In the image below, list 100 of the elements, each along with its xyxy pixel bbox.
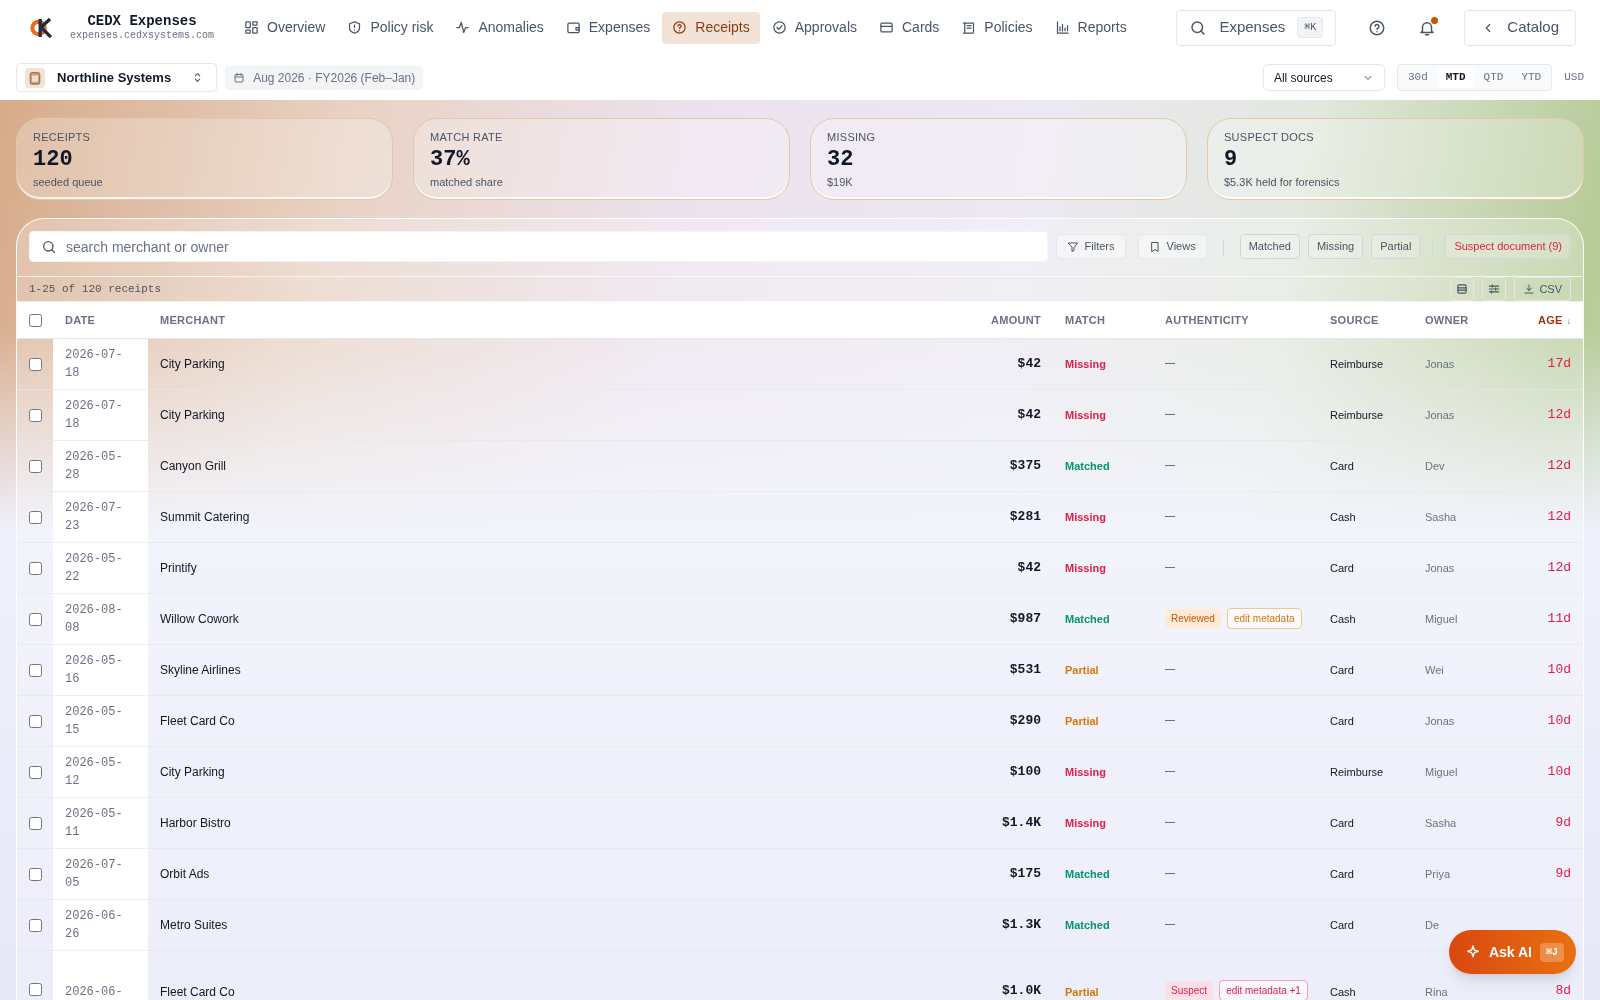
filter-chip[interactable]: Matched [1239, 234, 1300, 259]
date-cell-text: 2026-05-15 [65, 703, 124, 739]
range-tab[interactable]: QTD [1475, 67, 1512, 88]
column-header[interactable]: OWNER [1425, 313, 1469, 326]
amount-cell: $42 [1017, 355, 1041, 371]
amount-cell: $175 [1009, 865, 1041, 881]
age-cell: 12d [1547, 508, 1571, 524]
row-checkbox[interactable] [29, 816, 42, 830]
range-tab[interactable]: MTD [1437, 67, 1474, 88]
source-cell: Card [1330, 663, 1354, 676]
source-cell: Cash [1330, 612, 1356, 625]
amount-cell: $375 [1009, 457, 1041, 473]
nav-tab[interactable]: Receipts [662, 11, 760, 44]
app-domain: expenses.cedxsystems.com [70, 30, 215, 43]
column-header[interactable]: MATCH [1065, 313, 1106, 326]
source-cell: Card [1330, 714, 1354, 727]
source-cell: Card [1330, 918, 1354, 931]
nav-tab[interactable]: Policy risk [337, 11, 444, 44]
source-cell: Cash [1330, 510, 1356, 523]
source-cell: Cash [1330, 985, 1356, 998]
search-button[interactable]: Expenses ⌘K [1176, 9, 1337, 46]
nav-tab[interactable]: Cards [869, 11, 950, 44]
row-checkbox[interactable] [29, 982, 42, 996]
ask-ai-button[interactable]: Ask AI ⌘J [1448, 930, 1576, 974]
owner-cell: Dev [1425, 459, 1445, 472]
column-header[interactable]: AMOUNT [991, 313, 1041, 326]
age-cell: 12d [1547, 406, 1571, 422]
row-checkbox[interactable] [29, 612, 42, 626]
column-header[interactable]: MERCHANT [160, 313, 226, 326]
kpi-label: MATCH RATE [430, 130, 504, 145]
nav-tab[interactable]: Overview [234, 11, 336, 44]
match-status: Partial [1065, 985, 1099, 998]
catalog-button[interactable]: Catalog [1464, 9, 1576, 46]
csv-button[interactable]: CSV [1514, 277, 1571, 301]
select-all-checkbox[interactable] [29, 314, 42, 328]
column-header[interactable]: SOURCE [1330, 313, 1379, 326]
source-cell: Card [1330, 867, 1354, 880]
amount-cell: $281 [1009, 508, 1041, 524]
sliders-icon[interactable] [1482, 277, 1507, 301]
amount-cell: $987 [1009, 610, 1041, 626]
filter-chip[interactable]: Suspect document (9) [1445, 234, 1571, 259]
amount-cell: $531 [1009, 661, 1041, 677]
owner-cell: Miguel [1425, 765, 1458, 778]
row-checkbox[interactable] [29, 714, 42, 728]
match-status: Missing [1065, 561, 1106, 574]
row-checkbox[interactable] [29, 561, 42, 575]
filter-chip[interactable]: Partial [1371, 234, 1421, 259]
column-header[interactable]: DATE [65, 313, 96, 326]
amount-cell: $1.0K [1002, 983, 1041, 998]
date-cell-text: 2026-05-22 [65, 550, 124, 586]
views-button[interactable]: Views [1137, 234, 1207, 259]
merchant-cell: Harbor Bistro [160, 815, 231, 830]
rows-icon[interactable] [1450, 277, 1475, 301]
owner-cell: Jonas [1425, 714, 1455, 727]
authenticity-tag: edit metadata +1 [1219, 979, 1308, 1000]
match-status: Matched [1065, 459, 1110, 472]
source-select[interactable]: All sources [1262, 64, 1385, 91]
owner-cell: Priya [1425, 867, 1451, 880]
nav-tab[interactable]: Expenses [555, 11, 661, 44]
filters-button[interactable]: Filters [1055, 234, 1126, 259]
date-cell-text: 2026-07-23 [65, 499, 124, 535]
match-status: Matched [1065, 867, 1110, 880]
nav-tab[interactable]: Approvals [761, 11, 867, 44]
search-field[interactable]: search merchant or owner [29, 231, 1048, 262]
source-cell: Card [1330, 561, 1354, 574]
row-checkbox[interactable] [29, 510, 42, 524]
row-checkbox[interactable] [29, 408, 42, 422]
date-cell-text: 2026-06- [65, 983, 124, 1000]
row-checkbox[interactable] [29, 867, 42, 881]
range-tab[interactable]: 30d [1399, 67, 1436, 88]
merchant-cell: Canyon Grill [160, 458, 227, 473]
row-checkbox[interactable] [29, 459, 42, 473]
row-checkbox[interactable] [29, 663, 42, 677]
nav-tab[interactable]: Reports [1044, 11, 1137, 44]
range-tab[interactable]: YTD [1513, 67, 1550, 88]
search-icon [41, 239, 57, 255]
kpi-note: seeded queue [33, 174, 104, 190]
row-checkbox[interactable] [29, 918, 42, 932]
match-status: Partial [1065, 714, 1099, 727]
organization-select[interactable]: Northline Systems [16, 63, 218, 92]
merchant-cell: City Parking [160, 356, 225, 371]
merchant-cell: Fleet Card Co [160, 984, 235, 999]
column-header[interactable]: AUTHENTICITY [1165, 313, 1249, 326]
age-cell: 12d [1547, 559, 1571, 575]
owner-cell: Sasha [1425, 510, 1457, 523]
nav-tab[interactable]: Anomalies [445, 11, 554, 44]
source-cell: Reimburse [1330, 408, 1384, 421]
calendar-icon [233, 71, 246, 84]
filter-chip[interactable]: Missing [1307, 234, 1364, 259]
help-icon[interactable] [1368, 18, 1387, 37]
row-checkbox[interactable] [29, 765, 42, 779]
row-checkbox[interactable] [29, 357, 42, 371]
age-cell: 9d [1555, 814, 1571, 830]
kpi-note: matched share [430, 174, 504, 190]
bar-chart-icon [1054, 20, 1070, 35]
age-cell: 17d [1547, 355, 1571, 371]
merchant-cell: City Parking [160, 407, 225, 422]
nav-tab[interactable]: Policies [951, 11, 1043, 44]
age-cell: 11d [1547, 610, 1571, 626]
column-header[interactable]: AGE [1538, 313, 1563, 326]
